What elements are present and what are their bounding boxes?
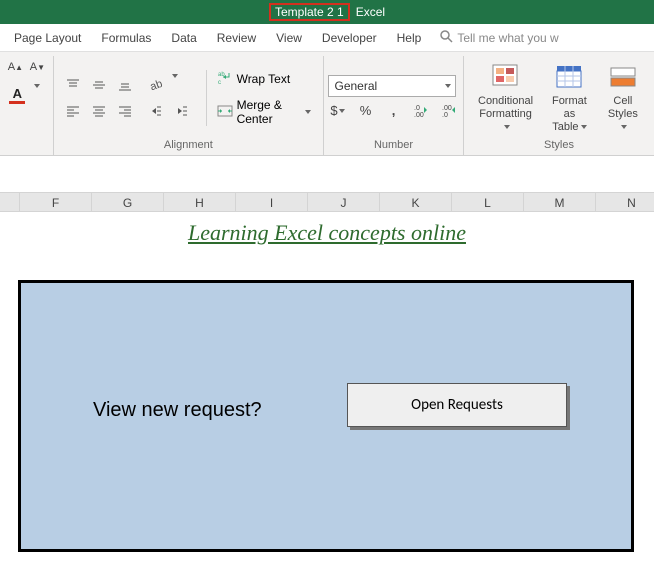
merge-center-icon [217,103,233,122]
styles-group: ConditionalFormatting Format asTable Cel… [464,56,654,155]
wrap-text-button[interactable]: abc Wrap Text [213,67,315,90]
col-G[interactable]: G [92,193,164,211]
increase-font-icon[interactable]: A▲ [6,58,24,76]
alignment-group: ab abc Wrap Text Merge & Center [54,56,324,155]
tab-help[interactable]: Help [387,27,432,49]
alignment-group-label: Alignment [62,137,315,155]
col-F[interactable]: F [20,193,92,211]
titlebar-app: Excel [356,5,385,19]
titlebar-filename: Template 2 1 [269,3,350,21]
chevron-down-icon[interactable] [305,110,311,114]
number-format-select[interactable]: General [328,75,456,97]
align-left-icon[interactable] [62,100,84,122]
userform-panel: View new request? Open Requests [18,280,634,552]
tell-me-label: Tell me what you w [457,31,558,45]
number-group-label: Number [332,137,455,155]
banner-text: Learning Excel concepts online [188,220,466,245]
cell-styles-icon [607,61,639,93]
decrease-decimal-icon[interactable]: .00.0 [440,101,460,121]
tell-me-search[interactable]: Tell me what you w [439,29,558,46]
number-group: General $ % , .0.00 .00.0 Number [324,56,464,155]
col-J[interactable]: J [308,193,380,211]
table-line1: Format as [552,95,587,120]
form-prompt-label: View new request? [93,399,262,422]
chevron-down-icon [445,84,451,88]
chevron-down-icon[interactable] [34,84,40,88]
col-K[interactable]: K [380,193,452,211]
increase-decimal-icon[interactable]: .0.00 [412,101,432,121]
font-group-label [8,137,45,155]
col-L[interactable]: L [452,193,524,211]
font-color-button[interactable]: A [6,84,28,106]
ribbon: A▲ A▼ A [0,52,654,156]
table-line2: Table [552,121,578,133]
orientation-icon[interactable]: ab [144,74,166,96]
tab-developer[interactable]: Developer [312,27,387,49]
align-middle-icon[interactable] [88,74,110,96]
svg-text:.00: .00 [442,105,452,112]
cond-line2: Formatting [479,108,532,120]
col-gutter[interactable] [0,193,20,211]
format-as-table-icon [553,61,585,93]
align-top-icon[interactable] [62,74,84,96]
styles-group-label: Styles [472,137,646,155]
cell-line2: Styles [608,108,638,120]
number-format-value: General [335,79,378,93]
column-headers: F G H I J K L M N [0,192,654,212]
wrap-text-label: Wrap Text [237,72,291,86]
wrap-text-icon: abc [217,69,233,88]
comma-style-icon[interactable]: , [384,101,404,121]
cond-line1: Conditional [478,95,533,107]
svg-text:.0: .0 [442,112,448,119]
worksheet-area: F G H I J K L M N Learning Excel concept… [0,156,654,552]
conditional-formatting-button[interactable]: ConditionalFormatting [472,61,539,135]
percent-icon[interactable]: % [356,101,376,121]
cell-line1: Cell [613,95,632,107]
svg-text:.0: .0 [414,105,420,112]
svg-text:.00: .00 [414,112,424,119]
ribbon-tabs: Page Layout Formulas Data Review View De… [0,24,654,52]
merge-center-label: Merge & Center [237,98,299,126]
titlebar: Template 2 1 Excel [0,0,654,24]
chevron-down-icon[interactable] [172,74,178,78]
svg-text:ab: ab [148,77,164,92]
tab-review[interactable]: Review [207,27,266,49]
increase-indent-icon[interactable] [170,100,192,122]
col-M[interactable]: M [524,193,596,211]
conditional-formatting-icon [490,61,522,93]
align-bottom-icon[interactable] [114,74,136,96]
tab-formulas[interactable]: Formulas [91,27,161,49]
currency-icon[interactable]: $ [328,101,348,121]
tab-view[interactable]: View [266,27,312,49]
format-as-table-button[interactable]: Format asTable [541,61,598,135]
svg-text:c: c [218,80,221,86]
banner-row: Learning Excel concepts online [0,212,654,254]
align-right-icon[interactable] [114,100,136,122]
col-N[interactable]: N [596,193,654,211]
tab-data[interactable]: Data [161,27,206,49]
cell-styles-button[interactable]: CellStyles [600,61,646,135]
open-requests-button[interactable]: Open Requests [347,383,567,427]
align-center-icon[interactable] [88,100,110,122]
tab-page-layout[interactable]: Page Layout [4,27,91,49]
col-I[interactable]: I [236,193,308,211]
decrease-font-icon[interactable]: A▼ [28,58,46,76]
search-icon [439,29,453,46]
col-H[interactable]: H [164,193,236,211]
merge-center-button[interactable]: Merge & Center [213,96,315,128]
font-group-fragment: A▲ A▼ A [0,56,54,155]
decrease-indent-icon[interactable] [144,100,166,122]
